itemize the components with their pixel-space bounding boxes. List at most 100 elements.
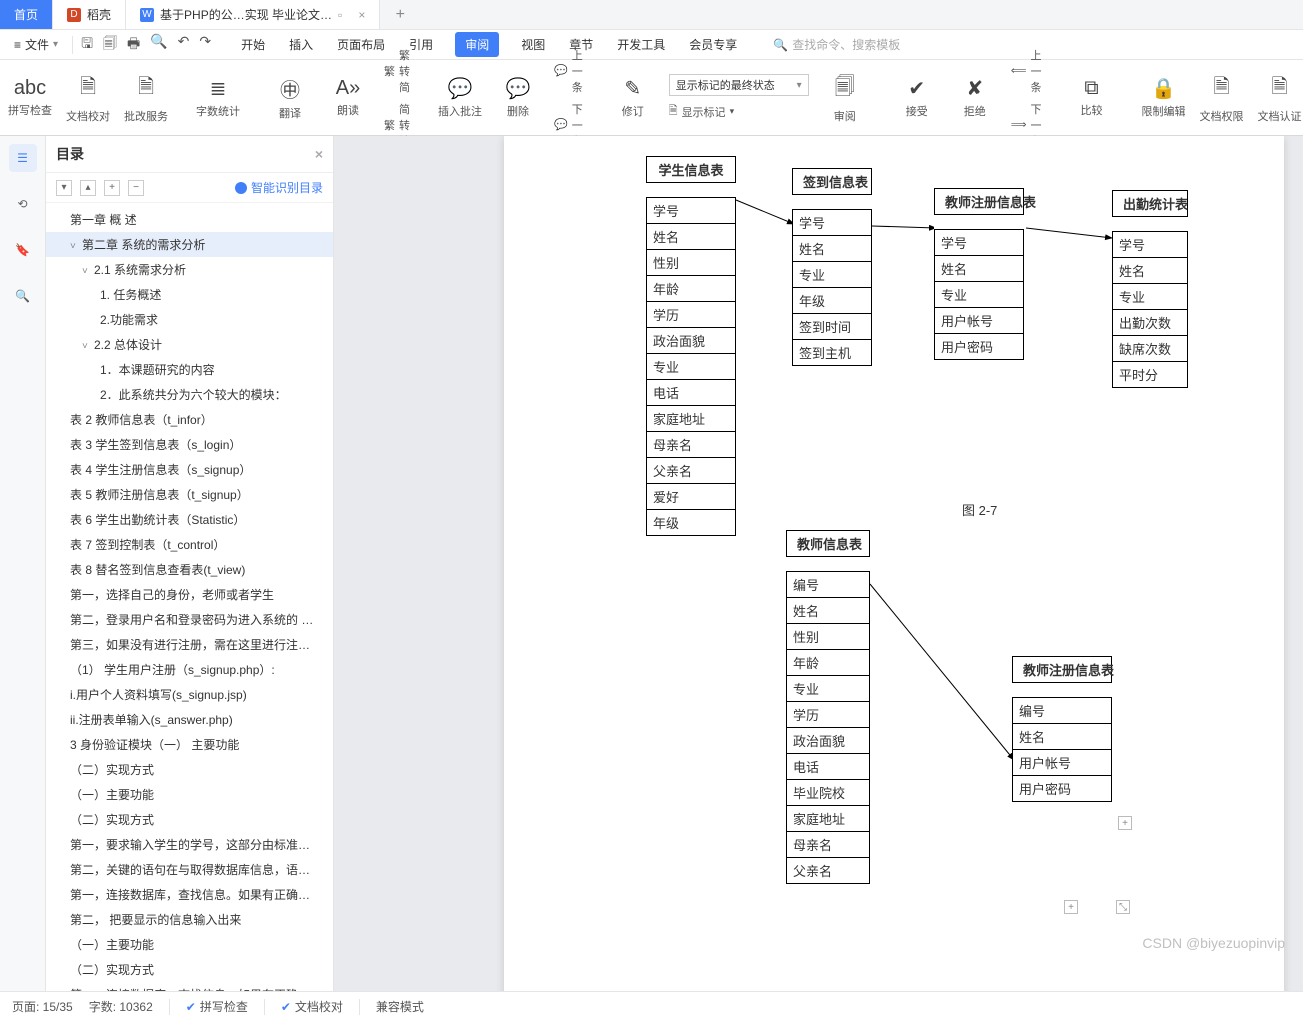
- outline-item[interactable]: 第二，登录用户名和登录密码为进入系统的 …: [46, 607, 333, 632]
- outline-item[interactable]: 1．本课题研究的内容: [46, 357, 333, 382]
- outline-item[interactable]: 表 5 教师注册信息表（t_signup）: [46, 482, 333, 507]
- table-cell: 学号: [1112, 231, 1188, 258]
- search-icon[interactable]: 🔍: [9, 282, 37, 310]
- ribbon-tab-8[interactable]: 会员专享: [687, 32, 739, 57]
- outline-list[interactable]: 第一章 概 述˅第二章 系统的需求分析˅2.1 系统需求分析1. 任务概述2.功…: [46, 203, 333, 991]
- ribbon-tab-2[interactable]: 页面布局: [335, 32, 387, 57]
- outline-item[interactable]: 表 8 替名签到信息查看表(t_view): [46, 557, 333, 582]
- close-panel-icon[interactable]: ×: [315, 146, 323, 162]
- ribbon-tab-4[interactable]: 审阅: [455, 32, 499, 57]
- compat-mode[interactable]: 兼容模式: [376, 998, 424, 1015]
- delete-button[interactable]: 💬删除: [496, 76, 540, 119]
- ribbon-tab-7[interactable]: 开发工具: [615, 32, 667, 57]
- outline-item[interactable]: 2．此系统共分为六个较大的模块：: [46, 382, 333, 407]
- add-node-button[interactable]: +: [104, 180, 120, 196]
- outline-item[interactable]: 表 2 教师信息表（t_infor）: [46, 407, 333, 432]
- close-tab-icon[interactable]: ×: [358, 8, 365, 22]
- outline-item[interactable]: ˅第二章 系统的需求分析: [46, 232, 333, 257]
- outline-item[interactable]: 第二， 把要显示的信息输入出来: [46, 907, 333, 932]
- outline-item[interactable]: 第一章 概 述: [46, 207, 333, 232]
- file-menu[interactable]: ≡ 文件 ▾: [8, 32, 64, 57]
- translate-button[interactable]: ㊥翻译: [268, 74, 312, 121]
- outline-item[interactable]: 3 身份验证模块（一） 主要功能: [46, 732, 333, 757]
- outline-item[interactable]: 2.功能需求: [46, 307, 333, 332]
- outline-item[interactable]: i.用户个人资料填写(s_signup.jsp): [46, 682, 333, 707]
- add-col-handle[interactable]: +: [1064, 900, 1078, 914]
- outline-item[interactable]: 第一，要求输入学生的学号，这部分由标准…: [46, 832, 333, 857]
- outline-item[interactable]: 1. 任务概述: [46, 282, 333, 307]
- outline-item-label: （二）实现方式: [70, 763, 154, 777]
- fan2jian-button[interactable]: 繁繁转简: [384, 47, 410, 95]
- batch-button[interactable]: 🗎批改服务: [124, 72, 168, 124]
- outline-item[interactable]: ii.注册表单输入(s_answer.php): [46, 707, 333, 732]
- document-area[interactable]: 图 2-7 ✥ + + ⤡ 学生信息表学号姓名性别年龄学历政治面貌专业电话家庭地…: [334, 136, 1303, 991]
- outline-icon[interactable]: ☰: [9, 144, 37, 172]
- wordcount-button[interactable]: ≣字数统计: [196, 76, 240, 119]
- command-search[interactable]: 🔍 查找命令、搜索模板: [773, 36, 900, 53]
- outline-item[interactable]: ˅2.2 总体设计: [46, 332, 333, 357]
- tab-home[interactable]: 首页: [0, 0, 53, 29]
- accept-button[interactable]: ✔︎接受: [895, 76, 939, 119]
- saveas-icon[interactable]: 🗐: [103, 33, 117, 57]
- revise-button[interactable]: ✎修订: [611, 76, 655, 119]
- docperm-button[interactable]: 🗎文档权限: [1199, 72, 1243, 124]
- menubar: ≡ 文件 ▾ 🖫 🗐 🖶 🔍 ↶ ↷ 开始插入页面布局引用审阅视图章节开发工具会…: [0, 30, 1303, 60]
- read-button[interactable]: A»朗读: [326, 77, 370, 118]
- outline-item[interactable]: 第三，如果没有进行注册，需在这里进行注…: [46, 632, 333, 657]
- outline-item[interactable]: 表 3 学生签到信息表（s_login）: [46, 432, 333, 457]
- outline-item[interactable]: （二）实现方式: [46, 757, 333, 782]
- outline-item[interactable]: 第一，选择自己的身份，老师或者学生: [46, 582, 333, 607]
- compare-button[interactable]: ⧉比较: [1069, 77, 1113, 118]
- insert-comment-button[interactable]: 💬插入批注: [438, 76, 482, 119]
- outline-item[interactable]: （一）主要功能: [46, 932, 333, 957]
- show-markup-button[interactable]: 🗎显示标记▾: [669, 102, 809, 121]
- resize-handle[interactable]: ⤡: [1116, 900, 1130, 914]
- word-count[interactable]: 字数: 10362: [89, 998, 153, 1015]
- redo-icon[interactable]: ↷: [199, 33, 211, 57]
- sync-icon[interactable]: ⟲: [9, 190, 37, 218]
- outline-item[interactable]: 表 7 签到控制表（t_control）: [46, 532, 333, 557]
- outline-item[interactable]: （一）主要功能: [46, 782, 333, 807]
- remove-node-button[interactable]: −: [128, 180, 144, 196]
- proof-status[interactable]: ✔文档校对: [281, 998, 343, 1015]
- outline-item[interactable]: （1） 学生用户注册（s_signup.php）:: [46, 657, 333, 682]
- add-tab-button[interactable]: +: [380, 0, 420, 29]
- expand-all-button[interactable]: ▾: [56, 180, 72, 196]
- db-table: 学生信息表学号姓名性别年龄学历政治面貌专业电话家庭地址母亲名父亲名爱好年级: [646, 156, 736, 536]
- tab-app[interactable]: D 稻壳: [53, 0, 126, 29]
- markup-select[interactable]: 显示标记的最终状态: [669, 74, 809, 96]
- bookmark-icon[interactable]: 🔖: [9, 236, 37, 264]
- outline-item[interactable]: ˅2.1 系统需求分析: [46, 257, 333, 282]
- review-button[interactable]: 🗐审阅: [823, 72, 867, 124]
- restore-icon[interactable]: ▫: [338, 8, 342, 22]
- prev-change-button[interactable]: ⟸上一条: [1011, 47, 1042, 95]
- outline-item[interactable]: 第二，关键的语句在与取得数据库信息，语…: [46, 857, 333, 882]
- outline-item[interactable]: 第一，连接数据库，查找信息。如果有正确…: [46, 882, 333, 907]
- ribbon-tab-0[interactable]: 开始: [239, 32, 267, 57]
- add-row-handle[interactable]: +: [1118, 816, 1132, 830]
- ribbon-tab-3[interactable]: 引用: [407, 32, 435, 57]
- undo-icon[interactable]: ↶: [178, 33, 190, 57]
- outline-item[interactable]: （二）实现方式: [46, 807, 333, 832]
- tab-document[interactable]: W 基于PHP的公…实现 毕业论文… ▫ ×: [126, 0, 380, 29]
- showmarkup-icon: 🗎: [669, 102, 678, 121]
- collapse-all-button[interactable]: ▴: [80, 180, 96, 196]
- ribbon-tab-1[interactable]: 插入: [287, 32, 315, 57]
- save-icon[interactable]: 🖫: [81, 33, 93, 57]
- page-indicator[interactable]: 页面: 15/35: [12, 998, 73, 1015]
- ai-outline-button[interactable]: 智能识别目录: [235, 179, 323, 196]
- spellcheck-status[interactable]: ✔拼写检查: [186, 998, 248, 1015]
- doccheck-button[interactable]: 🗎文档校对: [66, 72, 110, 124]
- restrict-button[interactable]: 🔒限制编辑: [1141, 76, 1185, 119]
- outline-item[interactable]: 表 4 学生注册信息表（s_signup）: [46, 457, 333, 482]
- ribbon-tab-5[interactable]: 视图: [519, 32, 547, 57]
- print-icon[interactable]: 🖶: [127, 33, 140, 57]
- prev-comment-button[interactable]: 💬上一条: [554, 47, 583, 95]
- spellcheck-button[interactable]: abc拼写检查: [8, 77, 52, 118]
- outline-item[interactable]: 表 6 学生出勤统计表（Statistic）: [46, 507, 333, 532]
- outline-item[interactable]: 第一，连接数据库，查找信息。如果有正确…: [46, 982, 333, 991]
- doccert-button[interactable]: 🗎文档认证: [1257, 72, 1301, 124]
- reject-button[interactable]: ✘拒绝: [953, 76, 997, 119]
- preview-icon[interactable]: 🔍: [150, 33, 167, 57]
- outline-item[interactable]: （二）实现方式: [46, 957, 333, 982]
